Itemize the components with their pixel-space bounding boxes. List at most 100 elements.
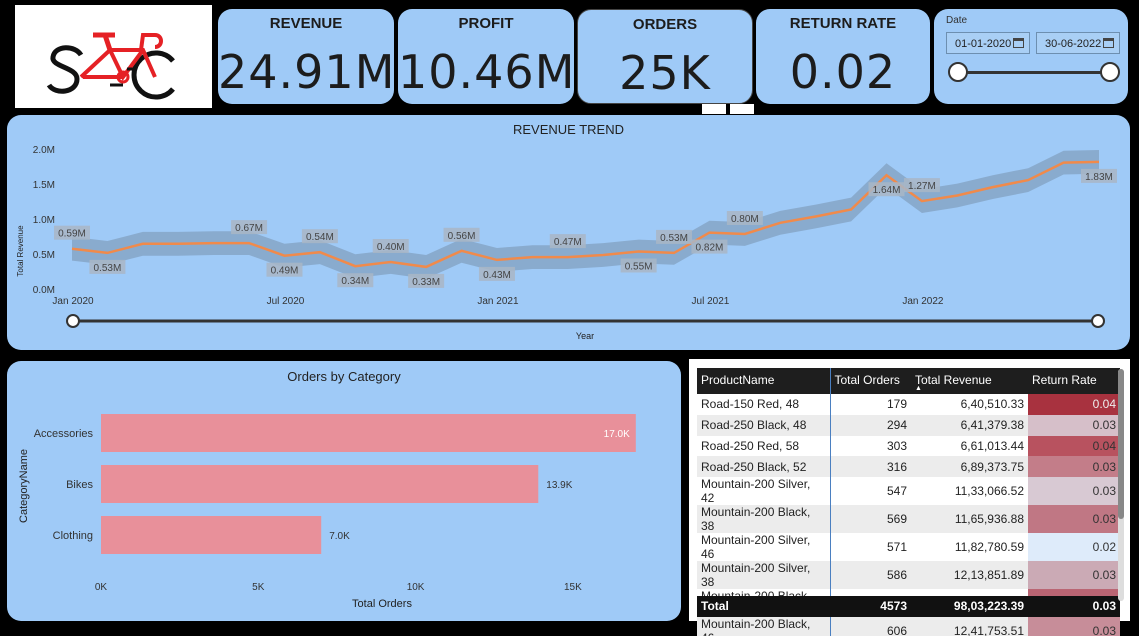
table-row[interactable]: Road-250 Black, 48 294 6,41,379.38 0.03 — [697, 414, 1120, 436]
more-options-icon[interactable] — [730, 104, 754, 114]
col-product-name[interactable]: ProductName — [697, 368, 831, 394]
return-rate-cell: 0.04 — [1028, 435, 1120, 457]
bar-bikes[interactable] — [101, 465, 539, 503]
revenue-label: REVENUE — [269, 15, 343, 32]
col-total-revenue-label: Total Revenue — [915, 373, 992, 387]
profit-card[interactable]: PROFIT 10.46M — [398, 9, 574, 104]
return-rate-value: 0.02 — [789, 45, 897, 99]
x-tick-label: 5K — [252, 582, 265, 593]
svg-text:0.80M: 0.80M — [731, 214, 759, 225]
svg-text:0.53M: 0.53M — [660, 233, 688, 244]
data-label: 0.53M — [656, 229, 693, 244]
svg-text:0.67M: 0.67M — [235, 223, 263, 234]
total-orders-cell: 303 — [886, 438, 907, 453]
orders-by-category-chart[interactable]: Accessories 17.0K Bikes 13.9K Clothing 7.0K 0… — [7, 361, 681, 621]
data-label: 0.43M — [478, 266, 515, 281]
return-rate-card[interactable]: RETURN RATE 0.02 — [756, 9, 930, 104]
total-orders-cell: 316 — [830, 456, 911, 478]
visual-header-icons[interactable] — [702, 104, 754, 114]
date-slider-start-handle[interactable] — [948, 62, 968, 82]
total-revenue-cell: 12,41,753.51 — [911, 617, 1028, 636]
total-revenue-cell: 6,40,510.33 — [960, 397, 1024, 412]
product-name-cell: Mountain-200 Black, 46 — [697, 617, 831, 636]
data-label: 0.56M — [443, 227, 480, 242]
orders-label: ORDERS — [632, 16, 698, 33]
zoom-slider-start-handle[interactable] — [66, 314, 80, 328]
col-return-rate[interactable]: Return Rate — [1028, 368, 1120, 394]
x-tick-label: 10K — [407, 582, 425, 593]
table-row[interactable]: Mountain-200 Silver, 42 547 11,33,066.52 0.… — [697, 477, 1120, 506]
x-tick-label: Jul 2021 — [692, 296, 730, 307]
data-label: 0.34M — [337, 273, 374, 288]
table-row[interactable]: Mountain-200 Silver, 38 586 12,13,851.89 0.… — [697, 561, 1120, 590]
total-orders-cell: 294 — [830, 414, 911, 436]
total-revenue-cell: 12,13,851.89 — [911, 561, 1028, 590]
return-rate-cell: 0.03 — [1028, 561, 1120, 590]
col-total-revenue[interactable]: Total Revenue ▲ — [911, 368, 1028, 394]
revenue-card[interactable]: REVENUE 24.91M — [218, 9, 394, 104]
table-row[interactable]: Mountain-200 Black, 38 569 11,65,936.88 0.0… — [697, 505, 1120, 534]
total-orders-cell: 179 — [886, 397, 907, 412]
data-label: 0.80M — [726, 211, 763, 225]
return-rate-label: RETURN RATE — [789, 15, 897, 32]
calendar-icon[interactable] — [1013, 38, 1024, 48]
sort-ascending-icon: ▲ — [915, 385, 922, 392]
x-tick-label: Jan 2022 — [902, 296, 944, 307]
product-name-cell: Road-250 Black, 48 — [697, 414, 831, 436]
table-row[interactable]: Road-250 Red, 58 303 6,61,013.44 0.04 — [697, 435, 1120, 457]
end-date-value: 30-06-2022 — [1045, 38, 1102, 50]
table-row[interactable]: Road-250 Black, 52 316 6,89,373.75 0.03 — [697, 456, 1120, 478]
bar-value-label: 13.9K — [546, 480, 572, 491]
revenue-trend-chart[interactable]: 2.0M 1.5M 1.0M 0.5M 0.0M Jan 2020 Jul 2020 Jan… — [7, 115, 1130, 350]
svg-text:0.82M: 0.82M — [696, 243, 724, 254]
svg-text:0.43M: 0.43M — [483, 270, 511, 281]
svg-text:1.64M: 1.64M — [873, 185, 901, 196]
data-label: 1.83M — [1081, 168, 1117, 183]
focus-mode-icon[interactable] — [702, 104, 726, 114]
total-revenue-cell: 11,82,780.59 — [954, 540, 1024, 555]
y-tick-label: 1.0M — [33, 215, 55, 226]
data-label: 0.49M — [266, 262, 303, 277]
date-slicer-label: Date — [946, 15, 968, 26]
end-date-input[interactable]: 30-06-2022 — [1036, 32, 1120, 54]
table-row[interactable]: Mountain-200 Silver, 46 571 11,82,780.59 0.… — [697, 533, 1120, 562]
y-tick-label: 1.5M — [33, 180, 55, 191]
x-axis-label: Total Orders — [352, 598, 412, 610]
table-row[interactable]: Mountain-200 Black, 4660612,41,753.510.0… — [697, 617, 1120, 636]
date-slider-end-handle[interactable] — [1100, 62, 1120, 82]
date-slicer[interactable]: Date 01-01-2020 30-06-2022 — [934, 9, 1128, 104]
data-label: 0.53M — [89, 259, 126, 274]
total-return-rate: 0.03 — [1028, 596, 1120, 617]
x-tick-label: 0K — [95, 582, 108, 593]
revenue-trend-panel: REVENUE TREND 2.0M 1.5M 1.0M 0.5M 0.0M Jan 2… — [7, 115, 1130, 350]
data-label: 0.33M — [408, 273, 445, 288]
return-rate-cell: 0.03 — [1028, 477, 1120, 506]
y-tick-label: 2.0M — [33, 145, 55, 156]
bicycle-logo-icon — [46, 32, 175, 100]
table-scrollbar[interactable] — [1118, 369, 1124, 601]
return-rate-cell: 0.03 — [1028, 617, 1120, 636]
total-orders-cell: 606 — [830, 617, 911, 636]
data-label: 0.59M — [54, 225, 90, 240]
col-total-orders[interactable]: Total Orders — [830, 368, 911, 394]
table-row[interactable]: Road-150 Red, 48 179 6,40,510.33 0.04 — [697, 394, 1120, 415]
x-tick-label: Jul 2020 — [267, 296, 305, 307]
table-scrollbar-thumb[interactable] — [1118, 369, 1124, 519]
product-name-cell: Mountain-200 Silver, 38 — [697, 561, 831, 590]
x-tick-label: Jan 2020 — [52, 296, 94, 307]
bar-accessories[interactable] — [101, 414, 636, 452]
return-rate-cell: 0.03 — [1028, 505, 1120, 534]
bar-clothing[interactable] — [101, 516, 322, 554]
date-slider-track[interactable] — [959, 71, 1109, 74]
svg-text:1.27M: 1.27M — [908, 181, 936, 192]
product-name-cell: Mountain-200 Black, 38 — [697, 505, 831, 534]
return-rate-cell: 0.04 — [1028, 394, 1120, 415]
profit-value: 10.46M — [398, 45, 576, 99]
svg-text:0.40M: 0.40M — [377, 242, 405, 253]
revenue-value: 24.91M — [218, 45, 396, 99]
orders-card[interactable]: ORDERS 25K — [577, 9, 753, 104]
calendar-icon[interactable] — [1103, 38, 1114, 48]
total-orders-cell: 547 — [886, 484, 907, 499]
zoom-slider-end-handle[interactable] — [1091, 314, 1105, 328]
start-date-input[interactable]: 01-01-2020 — [946, 32, 1030, 54]
